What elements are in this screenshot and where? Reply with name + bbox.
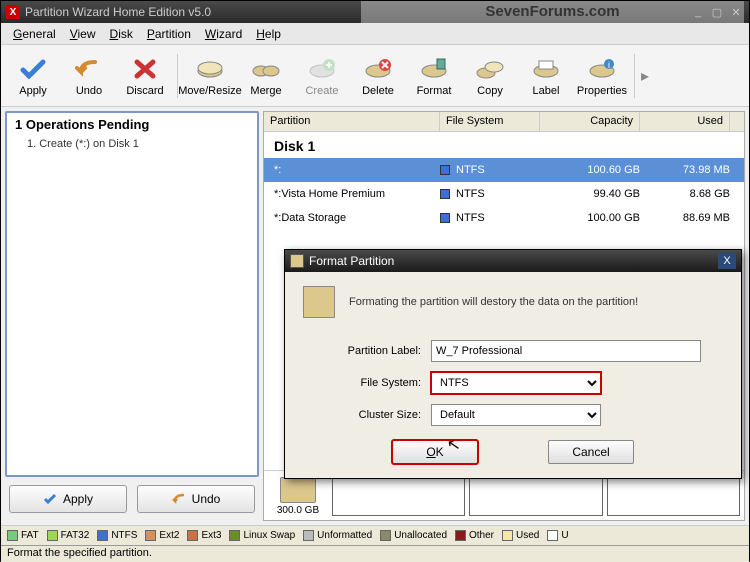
menu-view[interactable]: View	[64, 25, 102, 43]
cancel-button[interactable]: Cancel	[548, 440, 634, 464]
dialog-titlebar[interactable]: Format Partition X	[285, 250, 741, 272]
col-capacity[interactable]: Capacity	[540, 112, 640, 131]
sidebar-undo-button[interactable]: Undo	[137, 485, 255, 513]
warning-icon	[303, 286, 335, 318]
disk-segment[interactable]	[469, 475, 602, 516]
watermark-overlay: SevenForums.com	[361, 1, 744, 23]
copy-button[interactable]: Copy	[462, 48, 518, 104]
menu-general[interactable]: General	[7, 25, 62, 43]
operations-pending-panel: 1 Operations Pending 1. Create (*:) on D…	[5, 111, 259, 477]
disk-icon: 300.0 GB	[268, 475, 328, 516]
legend-bar: FAT FAT32 NTFS Ext2 Ext3 Linux Swap Unfo…	[1, 525, 749, 545]
sidebar-apply-button[interactable]: Apply	[9, 485, 127, 513]
label-button[interactable]: Label	[518, 48, 574, 104]
grid-header: Partition File System Capacity Used	[264, 112, 744, 132]
undo-button[interactable]: Undo	[61, 48, 117, 104]
create-button: Create	[294, 48, 350, 104]
menu-help[interactable]: Help	[250, 25, 287, 43]
format-button[interactable]: Format	[406, 48, 462, 104]
disk-segment[interactable]	[332, 475, 465, 516]
menu-partition[interactable]: Partition	[141, 25, 197, 43]
disk-title: Disk 1	[264, 132, 744, 158]
partition-row[interactable]: *:Data StorageNTFS100.00 GB88.69 MB	[264, 206, 744, 230]
partition-row[interactable]: *:Vista Home PremiumNTFS99.40 GB8.68 GB	[264, 182, 744, 206]
dialog-icon	[290, 254, 304, 268]
status-bar: Format the specified partition.	[1, 545, 749, 562]
ok-button[interactable]: OK	[392, 440, 478, 464]
ntfs-icon	[440, 189, 450, 199]
window-title: Partition Wizard Home Edition v5.0	[25, 5, 211, 19]
col-used[interactable]: Used	[640, 112, 730, 131]
operation-item[interactable]: 1. Create (*:) on Disk 1	[15, 138, 249, 150]
dialog-warning-text: Formating the partition will destory the…	[349, 296, 638, 308]
cluster-size-label: Cluster Size:	[303, 409, 431, 421]
dialog-title: Format Partition	[309, 254, 394, 268]
menu-wizard[interactable]: Wizard	[199, 25, 248, 43]
filesystem-select[interactable]: NTFS	[431, 372, 601, 394]
dialog-close-button[interactable]: X	[718, 253, 736, 269]
svg-text:i: i	[608, 60, 610, 70]
toolbar-overflow[interactable]: ▸	[639, 66, 651, 86]
merge-button[interactable]: Merge	[238, 48, 294, 104]
menu-bar: General View Disk Partition Wizard Help	[1, 23, 749, 45]
format-partition-dialog: Format Partition X Formating the partiti…	[284, 249, 742, 479]
col-filesystem[interactable]: File System	[440, 112, 540, 131]
app-icon: X	[6, 5, 20, 19]
delete-button[interactable]: Delete	[350, 48, 406, 104]
partition-row[interactable]: *:NTFS100.60 GB73.98 MB	[264, 158, 744, 182]
filesystem-label: File System:	[303, 377, 431, 389]
disk-segment[interactable]	[607, 475, 740, 516]
discard-button[interactable]: Discard	[117, 48, 173, 104]
col-partition[interactable]: Partition	[264, 112, 440, 131]
ntfs-icon	[440, 213, 450, 223]
properties-button[interactable]: iProperties	[574, 48, 630, 104]
operations-title: 1 Operations Pending	[15, 117, 249, 132]
ntfs-icon	[440, 165, 450, 175]
partition-label-label: Partition Label:	[303, 345, 431, 357]
partition-label-input[interactable]	[431, 340, 701, 362]
toolbar: Apply Undo Discard Move/Resize Merge Cre…	[1, 45, 749, 107]
menu-disk[interactable]: Disk	[104, 25, 139, 43]
move-resize-button[interactable]: Move/Resize	[182, 48, 238, 104]
cluster-size-select[interactable]: Default	[431, 404, 601, 426]
apply-button[interactable]: Apply	[5, 48, 61, 104]
